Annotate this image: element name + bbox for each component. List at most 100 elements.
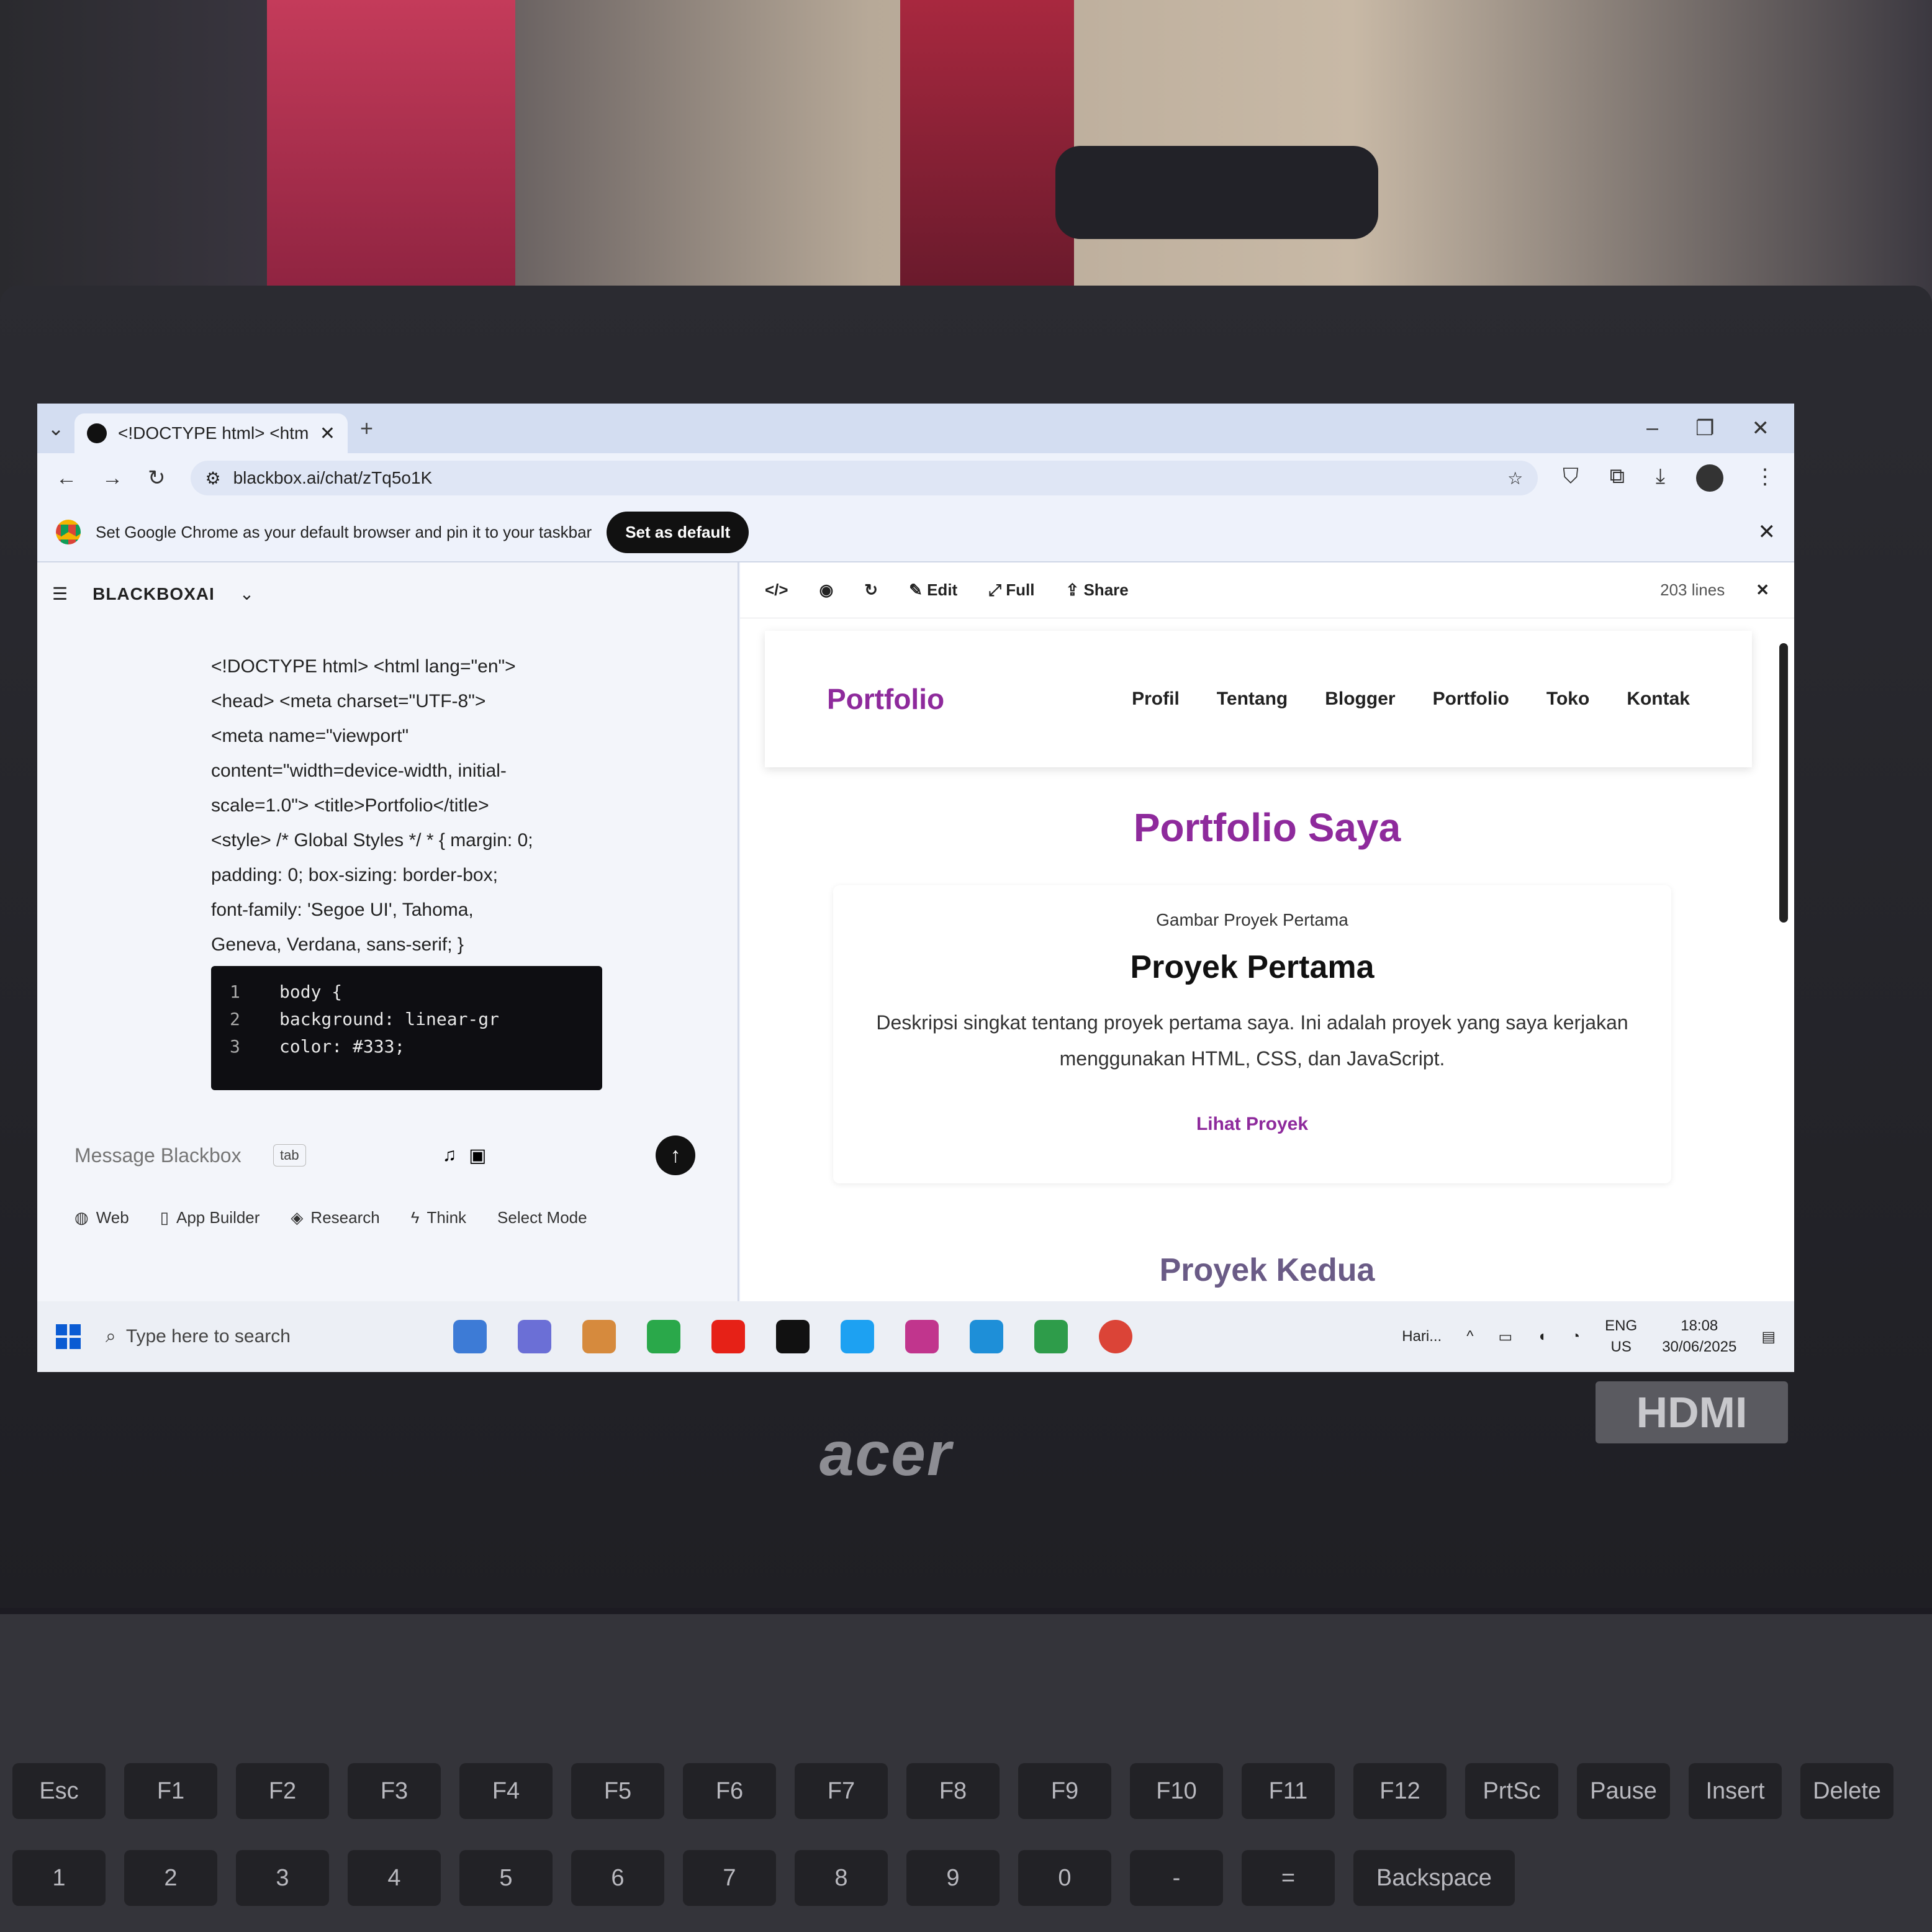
wifi-icon[interactable]: ◔ — [1571, 1328, 1581, 1345]
system-tray: Hari... ^ ▭ ◖ ◔ ENG US 18:08 30/06/2025 … — [1402, 1316, 1776, 1358]
code-line: 3 color: #333; — [230, 1033, 584, 1060]
code-line: 1 body { — [230, 978, 584, 1006]
code-text-line: padding: 0; box-sizing: border-box; — [211, 865, 498, 885]
preview-scrollbar[interactable] — [1779, 643, 1788, 923]
default-browser-infobar: Set Google Chrome as your default browse… — [37, 503, 1794, 562]
site-logo[interactable]: Portfolio — [827, 682, 944, 716]
key: 3 — [236, 1850, 329, 1906]
site-info-icon[interactable]: ⚙ — [205, 468, 221, 489]
nav-link-kontak[interactable]: Kontak — [1627, 688, 1690, 710]
new-tab-icon[interactable]: + — [360, 415, 373, 441]
shield-extension-icon[interactable]: ⛉ — [1563, 464, 1579, 492]
restore-icon[interactable]: ❐ — [1695, 416, 1714, 441]
chat-panel: ☰ BLACKBOXAI ⌄ <!DOCTYPE html> <html lan… — [37, 562, 739, 1301]
black-bag — [1055, 146, 1378, 239]
mode-label: Research — [310, 1208, 380, 1227]
sidebar-toggle-icon[interactable]: ☰ — [52, 584, 68, 604]
hdmi-badge: HDMI — [1596, 1381, 1788, 1443]
tab-search-icon[interactable]: ⌄ — [37, 417, 74, 440]
extensions-icon[interactable]: ⧉ — [1610, 464, 1625, 492]
nav-link-portfolio[interactable]: Portfolio — [1433, 688, 1509, 710]
chevron-down-icon[interactable]: ⌄ — [240, 584, 254, 604]
weather-text[interactable]: Hari... — [1402, 1328, 1442, 1345]
close-preview-icon[interactable]: ✕ — [1756, 580, 1769, 600]
nav-link-blogger[interactable]: Blogger — [1325, 688, 1395, 710]
chrome-icon[interactable] — [1099, 1320, 1132, 1353]
share-button[interactable]: ⇪ Share — [1065, 580, 1128, 600]
globe-icon: ◍ — [74, 1208, 89, 1227]
brand-dropdown[interactable]: BLACKBOXAI — [93, 584, 215, 604]
window-controls: – ❐ ✕ — [1646, 416, 1794, 441]
menu-kebab-icon[interactable]: ⋮ — [1754, 464, 1776, 492]
voice-icon[interactable]: ♫ — [443, 1145, 457, 1166]
message-input[interactable] — [74, 1144, 261, 1167]
nav-link-toko[interactable]: Toko — [1546, 688, 1589, 710]
key: F11 — [1242, 1763, 1335, 1819]
preview-eye-icon[interactable]: ◉ — [819, 580, 834, 600]
minimize-icon[interactable]: – — [1646, 416, 1658, 441]
mode-research[interactable]: ◈ Research — [291, 1208, 379, 1227]
store-icon[interactable] — [1034, 1320, 1068, 1353]
refresh-icon[interactable]: ↻ — [864, 580, 878, 600]
nav-link-tentang[interactable]: Tentang — [1217, 688, 1288, 710]
download-icon[interactable]: ⤓ — [1656, 464, 1665, 492]
twitter-icon[interactable] — [841, 1320, 874, 1353]
teams-icon[interactable] — [518, 1320, 551, 1353]
full-label: Full — [1006, 580, 1035, 599]
browser-tab-active[interactable]: <!DOCTYPE html> <html lang= ✕ — [74, 413, 348, 453]
view-project-link[interactable]: Lihat Proyek — [1196, 1114, 1308, 1135]
mode-select[interactable]: Select Mode — [497, 1208, 587, 1227]
close-window-icon[interactable]: ✕ — [1752, 416, 1770, 441]
key: = — [1242, 1850, 1335, 1906]
code-text-line: <meta name="viewport" — [211, 726, 409, 746]
address-bar[interactable]: ⚙ blackbox.ai/chat/zTq5o1K ☆ — [190, 461, 1538, 495]
nav-link-profil[interactable]: Profil — [1132, 688, 1180, 710]
mode-web[interactable]: ◍ Web — [74, 1208, 129, 1227]
code-content: body { — [279, 982, 343, 1002]
file-explorer-icon[interactable] — [453, 1320, 487, 1353]
card-description: Deskripsi singkat tentang proyek pertama… — [876, 1011, 1628, 1070]
language-indicator[interactable]: ENG US — [1605, 1316, 1637, 1358]
nav-links: Profil Tentang Blogger Portfolio Toko Ko… — [1132, 688, 1690, 710]
key: F2 — [236, 1763, 329, 1819]
full-button[interactable]: ⤢ Full — [988, 580, 1034, 600]
folder-icon[interactable] — [582, 1320, 616, 1353]
edit-button[interactable]: ✎ Edit — [909, 580, 957, 600]
forward-icon[interactable]: → — [102, 466, 123, 490]
battery-icon[interactable]: ▭ — [1498, 1328, 1512, 1346]
code-view-icon[interactable]: </> — [765, 580, 788, 600]
mode-think[interactable]: ϟ Think — [411, 1208, 466, 1227]
page-heading: Portfolio Saya — [1133, 805, 1401, 850]
bookmark-star-icon[interactable]: ☆ — [1507, 468, 1523, 489]
send-button[interactable]: ↑ — [656, 1135, 695, 1175]
edge-icon[interactable] — [970, 1320, 1003, 1353]
profile-avatar[interactable] — [1696, 464, 1723, 492]
back-icon[interactable]: ← — [56, 466, 77, 490]
mode-app-builder[interactable]: ▯ App Builder — [160, 1208, 260, 1227]
clock[interactable]: 18:08 30/06/2025 — [1662, 1316, 1736, 1358]
mode-label: Think — [427, 1208, 467, 1227]
volume-icon[interactable]: ◖ — [1537, 1328, 1546, 1345]
taskbar-search[interactable]: ⌕ Type here to search — [106, 1326, 428, 1347]
close-tab-icon[interactable]: ✕ — [320, 423, 335, 445]
site-navbar: Portfolio Profil Tentang Blogger Portfol… — [765, 631, 1752, 767]
instagram-icon[interactable] — [905, 1320, 939, 1353]
whatsapp-icon[interactable] — [647, 1320, 680, 1353]
notification-icon[interactable]: ▤ — [1761, 1328, 1776, 1346]
number-key-row: 1 2 3 4 5 6 7 8 9 0 - = Backspace — [0, 1850, 1515, 1906]
tiktok-icon[interactable] — [776, 1320, 810, 1353]
tray-chevron-icon[interactable]: ^ — [1466, 1328, 1473, 1345]
windows-start-icon[interactable] — [56, 1324, 81, 1349]
youtube-icon[interactable] — [711, 1320, 745, 1353]
mode-label: Web — [96, 1208, 129, 1227]
reload-icon[interactable]: ↻ — [148, 466, 166, 490]
lang-top: ENG — [1605, 1317, 1638, 1334]
key: F8 — [906, 1763, 1000, 1819]
camera-icon[interactable]: ▣ — [469, 1145, 486, 1167]
windows-taskbar: ⌕ Type here to search Hari... ^ ▭ ◖ ◔ EN… — [37, 1301, 1794, 1372]
key: Esc — [12, 1763, 106, 1819]
set-default-button[interactable]: Set as default — [607, 511, 749, 553]
browser-toolbar: ← → ↻ ⚙ blackbox.ai/chat/zTq5o1K ☆ ⛉ ⧉ ⤓… — [37, 453, 1794, 503]
close-infobar-icon[interactable]: ✕ — [1758, 520, 1776, 544]
laptop-keyboard: Esc F1 F2 F3 F4 F5 F6 F7 F8 F9 F10 F11 F… — [0, 1614, 1932, 1932]
